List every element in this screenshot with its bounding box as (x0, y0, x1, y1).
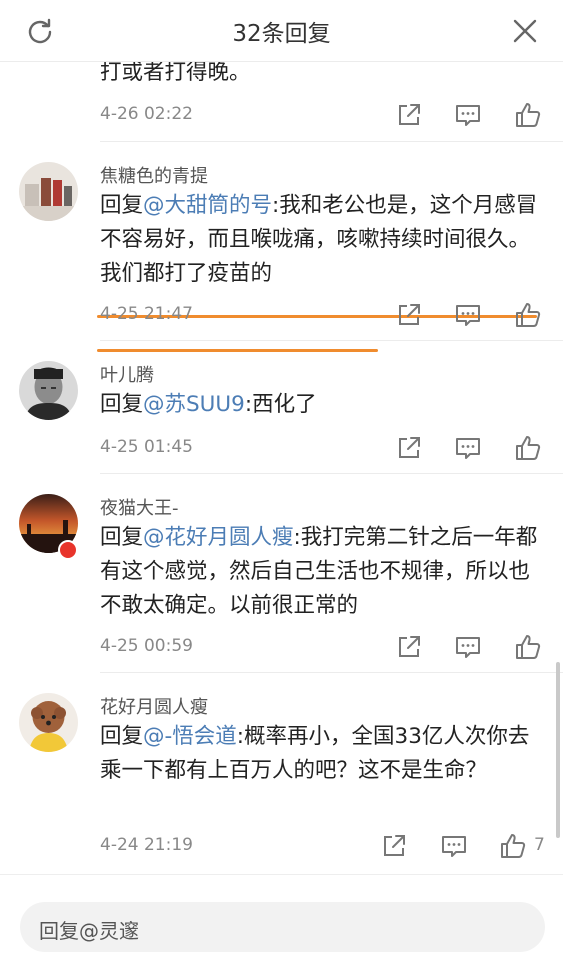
avatar[interactable] (19, 361, 78, 420)
share-icon[interactable] (394, 433, 424, 463)
share-icon[interactable] (394, 632, 424, 662)
thumbs-up-icon[interactable] (513, 433, 543, 463)
reply-meta: 4-25 01:45 (0, 433, 563, 463)
share-icon[interactable] (394, 300, 424, 330)
reply-item: 花好月圆人瘦 回复@-悟会道:概率再小，全国33亿人次你去乘一下都有上百万人的吧… (0, 673, 563, 874)
reply-prefix: 回复 (100, 392, 144, 417)
reply-meta: 4-26 02:22 (0, 100, 563, 130)
reply-prefix: 回复 (100, 724, 144, 749)
thumbs-up-icon[interactable] (513, 300, 543, 330)
comment-icon[interactable] (453, 433, 483, 463)
reply-time: 4-26 02:22 (100, 104, 193, 124)
reply-meta: 4-24 21:19 7 (0, 831, 563, 861)
comment-icon[interactable] (453, 300, 483, 330)
reply-content: 回复@苏SUU9:西化了 (100, 388, 540, 422)
thumbs-up-icon[interactable] (513, 100, 543, 130)
reply-item: 夜猫大王- 回复@花好月圆人瘦:我打完第二针之后一年都有这个感觉，然后自己生活也… (0, 474, 563, 673)
reply-text: :西化了 (244, 392, 317, 417)
reply-input[interactable]: 回复@灵邃 (20, 902, 545, 952)
reply-time: 4-25 00:59 (100, 636, 193, 656)
close-icon[interactable] (511, 17, 539, 45)
reply-bar: 回复@灵邃 (0, 874, 563, 960)
thumbs-up-icon[interactable] (498, 831, 528, 861)
reply-item: 打或者打得晚。 4-26 02:22 (0, 62, 563, 142)
mention-link[interactable]: @花好月圆人瘦 (143, 525, 294, 550)
reply-prefix: 回复 (100, 525, 144, 550)
mention-link[interactable]: @苏SUU9 (143, 392, 245, 417)
reply-content: 回复@花好月圆人瘦:我打完第二针之后一年都有这个感觉，然后自己生活也不规律，所以… (100, 521, 540, 623)
reply-content: 回复@-悟会道:概率再小，全国33亿人次你去乘一下都有上百万人的吧？这不是生命？ (100, 720, 540, 788)
reply-text: 打或者打得晚。 (100, 62, 251, 85)
comment-icon[interactable] (453, 632, 483, 662)
username[interactable]: 花好月圆人瘦 (100, 693, 208, 719)
scrollbar[interactable] (556, 662, 560, 838)
username[interactable]: 焦糖色的青提 (100, 162, 208, 188)
page-title: 32条回复 (232, 21, 331, 47)
share-icon[interactable] (394, 100, 424, 130)
comment-icon[interactable] (439, 831, 469, 861)
username[interactable]: 夜猫大王- (100, 494, 179, 520)
reply-content: 回复@大甜筒的号:我和老公也是，这个月感冒不容易好，而且喉咙痛，咳嗽持续时间很久… (100, 189, 540, 291)
reply-time: 4-24 21:19 (100, 835, 193, 855)
reply-prefix: 回复 (100, 193, 144, 218)
reply-list: 打或者打得晚。 4-26 02:22 焦糖色的青提 回复@大甜筒的号:我和老公也… (0, 62, 563, 874)
avatar[interactable] (19, 693, 78, 752)
avatar[interactable] (19, 162, 78, 221)
verified-badge (58, 540, 78, 560)
like-count: 7 (534, 835, 545, 855)
reply-content: 打或者打得晚。 (100, 62, 540, 90)
thumbs-up-icon[interactable] (513, 632, 543, 662)
username[interactable]: 叶儿腾 (100, 361, 154, 387)
reply-item: 焦糖色的青提 回复@大甜筒的号:我和老公也是，这个月感冒不容易好，而且喉咙痛，咳… (0, 142, 563, 352)
share-icon[interactable] (379, 831, 409, 861)
reply-meta: 4-25 00:59 (0, 632, 563, 662)
reply-item: 叶儿腾 回复@苏SUU9:西化了 4-25 01:45 (0, 341, 563, 474)
comment-icon[interactable] (453, 100, 483, 130)
mention-link[interactable]: @大甜筒的号 (143, 193, 272, 218)
reply-meta: 4-25 21:47 (0, 300, 563, 330)
reply-time: 4-25 01:45 (100, 437, 193, 457)
mention-link[interactable]: @-悟会道 (143, 724, 237, 749)
reply-placeholder: 回复@灵邃 (39, 919, 139, 943)
reply-time: 4-25 21:47 (100, 304, 193, 324)
header: 32条回复 (0, 0, 563, 62)
